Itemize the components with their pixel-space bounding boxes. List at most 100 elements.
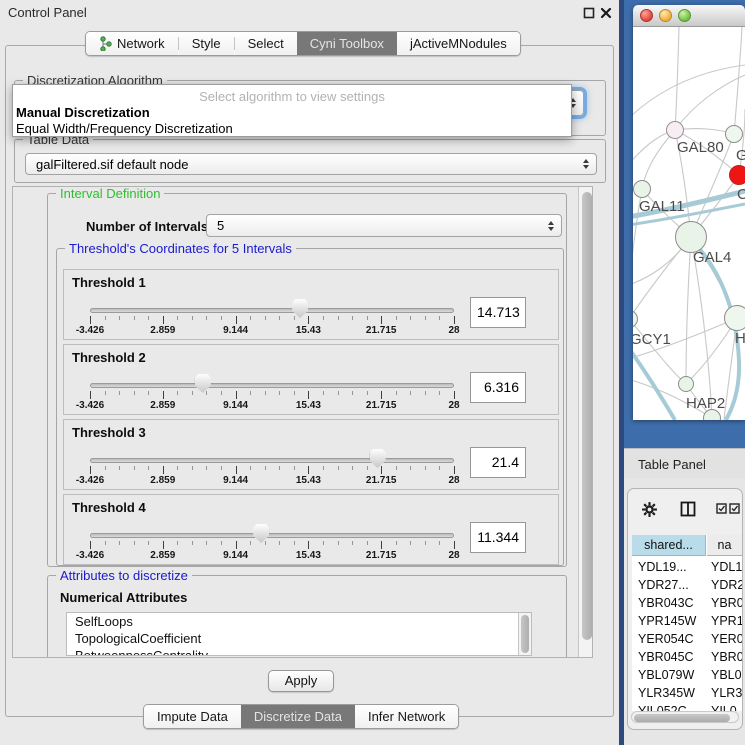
settings-vertical-scrollbar[interactable] xyxy=(578,187,593,657)
tick-label: -3.426 xyxy=(76,475,104,486)
tick-mark xyxy=(352,391,353,395)
table-cell[interactable]: YBL079W xyxy=(632,666,706,684)
network-node[interactable] xyxy=(633,180,651,198)
slider-track[interactable] xyxy=(90,533,454,538)
table-cell[interactable]: YIL0 xyxy=(707,702,742,711)
tick-label: 15.43 xyxy=(296,475,321,486)
tick-mark xyxy=(279,391,280,395)
close-traffic-light-icon[interactable] xyxy=(640,9,653,22)
threshold-value-field[interactable]: 6.316 xyxy=(470,372,526,403)
tick-mark xyxy=(265,391,266,395)
column-layout-icon[interactable] xyxy=(680,501,696,517)
table-cell[interactable]: YLR3 xyxy=(707,684,742,702)
table-cell[interactable]: YDR2 xyxy=(707,576,742,594)
node-attribute-table[interactable]: shared...naYDL19...YDL1YDR27...YDR2YBR04… xyxy=(632,535,742,711)
tick-mark xyxy=(323,541,324,545)
list-item[interactable]: TopologicalCoefficient xyxy=(67,630,531,647)
minimize-traffic-light-icon[interactable] xyxy=(659,9,672,22)
tick-mark xyxy=(454,316,455,324)
tick-mark xyxy=(352,316,353,320)
table-cell[interactable]: YLR345W xyxy=(632,684,706,702)
slider-ticks xyxy=(90,391,454,400)
tick-label: 2.859 xyxy=(150,325,175,336)
tab-cyni-toolbox[interactable]: Cyni Toolbox xyxy=(297,32,397,55)
numerical-attributes-list[interactable]: SelfLoopsTopologicalCoefficientBetweenne… xyxy=(66,612,532,656)
table-cell[interactable]: YBL0 xyxy=(707,666,742,684)
column-header[interactable]: shared... xyxy=(632,535,706,556)
threshold-panel: Threshold 1-3.4262.8599.14415.4321.71528… xyxy=(63,269,559,340)
dropdown-option[interactable]: Manual Discretization xyxy=(16,105,150,120)
table-cell[interactable]: YBR0 xyxy=(707,648,742,666)
tick-mark xyxy=(236,466,237,474)
slider-track[interactable] xyxy=(90,308,454,313)
close-icon[interactable] xyxy=(600,7,612,19)
tick-mark xyxy=(221,541,222,545)
tab-discretize-data[interactable]: Discretize Data xyxy=(241,705,355,728)
checkbox-checked-icon[interactable] xyxy=(716,503,727,514)
tick-mark xyxy=(367,391,368,395)
tick-mark xyxy=(163,316,164,324)
tick-mark xyxy=(105,316,106,320)
column-header[interactable]: na xyxy=(707,535,742,556)
tick-mark xyxy=(381,316,382,324)
table-data-combobox[interactable]: galFiltered.sif default node xyxy=(25,153,597,175)
tab-jactivemnodules[interactable]: jActiveMNodules xyxy=(397,32,520,55)
slider-track[interactable] xyxy=(90,383,454,388)
tick-mark xyxy=(396,316,397,320)
network-window-titlebar[interactable] xyxy=(633,5,745,27)
tab-network[interactable]: Network xyxy=(86,32,178,55)
table-data-value: galFiltered.sif default node xyxy=(36,157,188,172)
table-panel-container: shared...naYDL19...YDL1YDR27...YDR2YBR04… xyxy=(627,488,743,730)
slider-tick-labels: -3.4262.8599.14415.4321.71528 xyxy=(90,400,454,412)
num-intervals-combobox[interactable]: 5 xyxy=(206,214,562,237)
tick-mark xyxy=(381,466,382,474)
list-item[interactable]: BetweennessCentrality xyxy=(67,647,531,656)
tick-mark xyxy=(352,541,353,545)
slider-tick-labels: -3.4262.8599.14415.4321.71528 xyxy=(90,475,454,487)
threshold-value-field[interactable]: 14.713 xyxy=(470,297,526,328)
network-node[interactable] xyxy=(729,165,745,185)
tab-infer-network[interactable]: Infer Network xyxy=(355,705,458,728)
threshold-value-field[interactable]: 21.4 xyxy=(470,447,526,478)
dropdown-option[interactable]: Equal Width/Frequency Discretization xyxy=(16,121,233,136)
panel-title: Control Panel xyxy=(8,5,87,20)
network-node-label: GAL11 xyxy=(639,198,685,215)
network-node[interactable] xyxy=(724,305,745,331)
tick-mark xyxy=(323,316,324,320)
float-window-icon[interactable] xyxy=(583,7,595,19)
table-cell[interactable]: YBR043C xyxy=(632,594,706,612)
table-cell[interactable]: YDL1 xyxy=(707,558,742,576)
tick-mark xyxy=(250,541,251,545)
table-cell[interactable]: YBR0 xyxy=(707,594,742,612)
checkbox-checked-icon[interactable] xyxy=(729,503,740,514)
table-cell[interactable]: YPR145W xyxy=(632,612,706,630)
table-cell[interactable]: YBR045C xyxy=(632,648,706,666)
list-scrollbar[interactable] xyxy=(518,613,531,655)
table-cell[interactable]: YDL19... xyxy=(632,558,706,576)
tick-mark xyxy=(308,466,309,474)
tick-mark xyxy=(294,391,295,395)
tab-style[interactable]: Style xyxy=(179,32,234,55)
tick-mark xyxy=(338,391,339,395)
network-node[interactable] xyxy=(666,121,684,139)
slider-track[interactable] xyxy=(90,458,454,463)
tick-mark xyxy=(308,541,309,549)
table-horizontal-scrollbar[interactable] xyxy=(631,711,739,723)
threshold-value-field[interactable]: 11.344 xyxy=(470,522,526,553)
zoom-traffic-light-icon[interactable] xyxy=(678,9,691,22)
table-cell[interactable]: YIL052C xyxy=(632,702,706,711)
network-canvas[interactable]: GAL80GACGAL11GAL4GCY1HHAP2 xyxy=(633,27,745,420)
network-node[interactable] xyxy=(678,376,694,392)
list-item[interactable]: SelfLoops xyxy=(67,613,531,630)
table-cell[interactable]: YER054C xyxy=(632,630,706,648)
table-cell[interactable]: YDR27... xyxy=(632,576,706,594)
apply-button[interactable]: Apply xyxy=(268,670,334,692)
table-cell[interactable]: YER0 xyxy=(707,630,742,648)
gear-icon[interactable] xyxy=(641,501,658,518)
table-cell[interactable]: YPR1 xyxy=(707,612,742,630)
tick-mark xyxy=(294,466,295,470)
tab-select[interactable]: Select xyxy=(235,32,297,55)
network-node[interactable] xyxy=(725,125,743,143)
tab-impute-data[interactable]: Impute Data xyxy=(144,705,241,728)
tick-mark xyxy=(221,391,222,395)
